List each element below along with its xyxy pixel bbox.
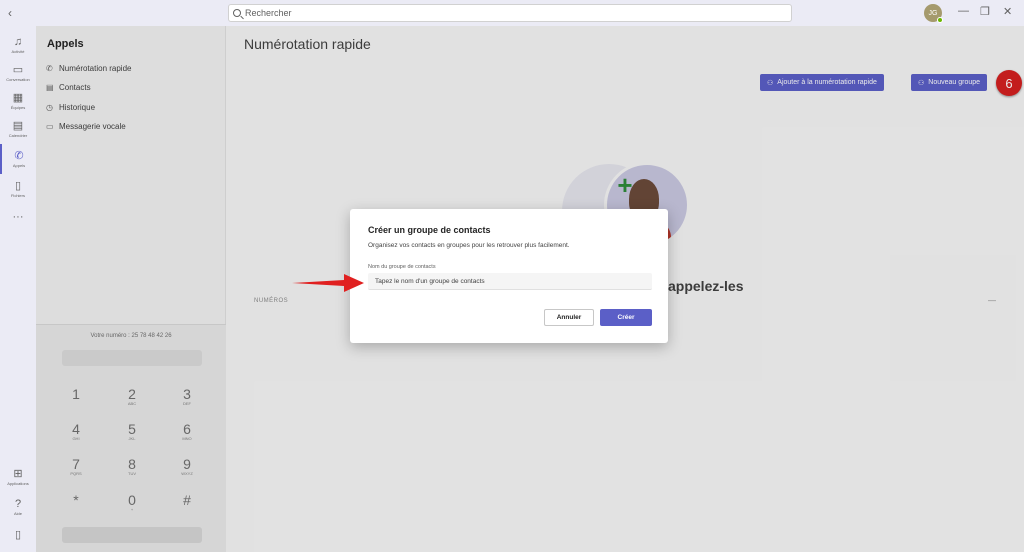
presence-icon xyxy=(937,17,943,23)
search-icon xyxy=(233,9,241,17)
rail-item-calendar[interactable]: ▤ Calendrier xyxy=(0,114,36,144)
search-placeholder: Rechercher xyxy=(245,8,292,18)
device-icon: ▯ xyxy=(14,529,22,541)
create-button[interactable]: Créer xyxy=(600,309,652,326)
rail-item-help[interactable]: ? Aide xyxy=(0,492,36,522)
phone-icon: ✆ xyxy=(14,150,24,162)
more-icon: ··· xyxy=(12,211,24,223)
annotation-arrow-icon xyxy=(292,274,364,292)
avatar-initials: JG xyxy=(928,9,938,17)
close-icon[interactable]: ✕ xyxy=(1003,5,1012,18)
rail-label: Équipes xyxy=(10,105,26,110)
file-icon: ▯ xyxy=(14,180,22,192)
avatar[interactable]: JG xyxy=(924,4,943,23)
rail-label: Aide xyxy=(13,511,22,516)
app-rail: ♫ Activité ▭ Conversation ▦ Équipes ▤ Ca… xyxy=(0,26,36,552)
rail-item-teams[interactable]: ▦ Équipes xyxy=(0,86,36,116)
rail-item-device[interactable]: ▯ xyxy=(0,520,36,550)
rail-item-files[interactable]: ▯ Fichiers xyxy=(0,174,36,204)
group-name-input[interactable] xyxy=(368,273,652,290)
back-arrow-icon[interactable]: ‹ xyxy=(8,6,12,20)
rail-item-more[interactable]: ··· xyxy=(0,202,36,232)
group-name-label: Nom du groupe de contacts xyxy=(368,264,436,270)
title-bar: ‹ Rechercher JG — ❐ ✕ xyxy=(0,0,1024,26)
apps-icon: ⊞ xyxy=(13,468,23,480)
rail-label: Applications xyxy=(7,481,29,486)
rail-item-calls[interactable]: ✆ Appels xyxy=(0,144,36,174)
minimize-icon[interactable]: — xyxy=(958,5,969,17)
dialog-title: Créer un groupe de contacts xyxy=(368,225,491,235)
rail-label: Calendrier xyxy=(8,133,28,138)
search-box[interactable]: Rechercher xyxy=(228,4,792,22)
rail-label: Activité xyxy=(11,49,25,54)
rail-item-apps[interactable]: ⊞ Applications xyxy=(0,462,36,492)
help-icon: ? xyxy=(14,498,22,510)
rail-item-chat[interactable]: ▭ Conversation xyxy=(0,58,36,88)
teams-icon: ▦ xyxy=(12,92,24,104)
rail-label: Fichiers xyxy=(10,193,25,198)
chat-icon: ▭ xyxy=(12,64,24,76)
calendar-icon: ▤ xyxy=(12,120,24,132)
rail-label: Appels xyxy=(12,163,26,168)
rail-item-activity[interactable]: ♫ Activité xyxy=(0,30,36,60)
dialog-description: Organisez vos contacts en groupes pour l… xyxy=(368,242,570,249)
maximize-icon[interactable]: ❐ xyxy=(980,5,990,18)
bell-icon: ♫ xyxy=(13,36,23,48)
cancel-button[interactable]: Annuler xyxy=(544,309,594,326)
rail-label: Conversation xyxy=(6,77,30,82)
create-group-dialog: Créer un groupe de contacts Organisez vo… xyxy=(350,209,668,343)
